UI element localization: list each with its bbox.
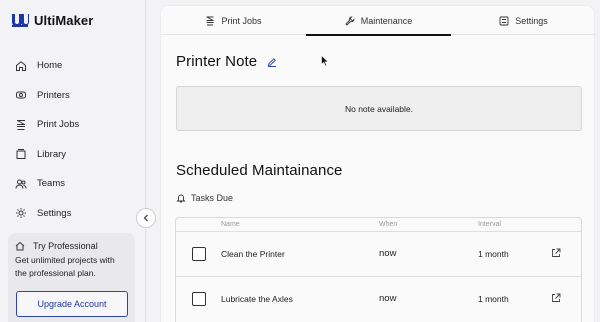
printer-note-title: Printer Note	[176, 53, 258, 70]
task-checkbox[interactable]	[192, 292, 206, 306]
tab-settings[interactable]: Settings	[451, 6, 596, 35]
library-icon	[15, 148, 27, 160]
settings-icon	[15, 207, 27, 219]
maintenance-table: Name When Interval Clean the Printer now…	[175, 217, 582, 322]
printer-note-empty-text: No note available.	[344, 103, 414, 114]
scheduled-maintenance-title: Scheduled Maintainance	[176, 162, 343, 179]
bell-icon	[176, 194, 186, 203]
column-header-interval: Interval	[478, 221, 501, 228]
tab-label: Settings	[515, 15, 548, 26]
printer-note-box: No note available.	[176, 86, 582, 131]
table-row: Clean the Printer now 1 month	[176, 232, 581, 277]
task-when: now	[379, 293, 397, 304]
sidebar-item-label: Settings	[37, 207, 72, 219]
task-interval: 1 month	[478, 249, 509, 259]
task-checkbox[interactable]	[192, 247, 206, 261]
settings-sliders-icon	[499, 16, 509, 25]
printer-icon	[15, 89, 27, 101]
chevron-left-icon	[143, 214, 148, 222]
mouse-pointer-icon	[321, 55, 329, 67]
sidebar-item-printers[interactable]: Printers	[0, 81, 146, 111]
sidebar-nav: Home Printers Print Jobs Library Teams S…	[0, 51, 146, 228]
tab-label: Maintenance	[360, 15, 413, 26]
sidebar-item-library[interactable]: Library	[0, 140, 146, 170]
sidebar-item-label: Home	[37, 60, 63, 72]
sidebar-item-label: Teams	[37, 178, 65, 190]
sidebar-item-label: Print Jobs	[37, 119, 80, 131]
ultimaker-logo-icon	[12, 14, 29, 27]
sidebar-item-print-jobs[interactable]: Print Jobs	[0, 110, 146, 140]
brand-name: UltiMaker	[34, 12, 94, 28]
teams-icon	[15, 178, 27, 190]
edit-pencil-icon[interactable]	[267, 57, 277, 67]
printer-note-heading: Printer Note	[176, 53, 277, 70]
tab-bar: Print Jobs Maintenance Settings	[161, 6, 596, 36]
main-panel: Print Jobs Maintenance Settings Printer …	[160, 5, 596, 322]
task-name: Lubricate the Axles	[221, 294, 293, 304]
upgrade-account-button[interactable]: Upgrade Account	[16, 291, 128, 317]
sidebar-item-home[interactable]: Home	[0, 51, 146, 81]
sidebar-item-label: Printers	[37, 89, 70, 101]
collapse-sidebar-button[interactable]	[136, 208, 156, 228]
sidebar: UltiMaker Home Printers Print Jobs Libra…	[0, 0, 146, 322]
task-name: Clean the Printer	[221, 249, 285, 259]
tasks-due-label: Tasks Due	[176, 193, 233, 203]
print-jobs-icon	[15, 119, 27, 131]
task-interval: 1 month	[478, 294, 509, 304]
column-header-name: Name	[221, 221, 240, 228]
external-link-icon[interactable]	[551, 248, 561, 258]
table-row: Lubricate the Axles now 1 month	[176, 277, 581, 322]
brand[interactable]: UltiMaker	[11, 12, 93, 28]
tab-print-jobs[interactable]: Print Jobs	[161, 6, 306, 35]
tab-label: Print Jobs	[221, 15, 262, 26]
sidebar-item-label: Library	[37, 148, 67, 160]
external-link-icon[interactable]	[551, 293, 561, 303]
task-when: now	[379, 248, 397, 259]
column-header-when: When	[379, 221, 398, 228]
print-jobs-icon	[206, 16, 214, 25]
sidebar-item-settings[interactable]: Settings	[0, 199, 146, 229]
promo-title: Try Professional	[15, 241, 128, 251]
tab-maintenance[interactable]: Maintenance	[306, 6, 451, 36]
home-icon	[15, 60, 27, 72]
wrench-icon	[345, 15, 355, 26]
promo-text: Get unlimited projects with the professi…	[15, 255, 115, 278]
table-header: Name When Interval	[176, 218, 581, 232]
house-upgrade-icon	[15, 241, 25, 251]
sidebar-item-teams[interactable]: Teams	[0, 169, 146, 199]
professional-promo: Try Professional Get unlimited projects …	[8, 233, 135, 322]
